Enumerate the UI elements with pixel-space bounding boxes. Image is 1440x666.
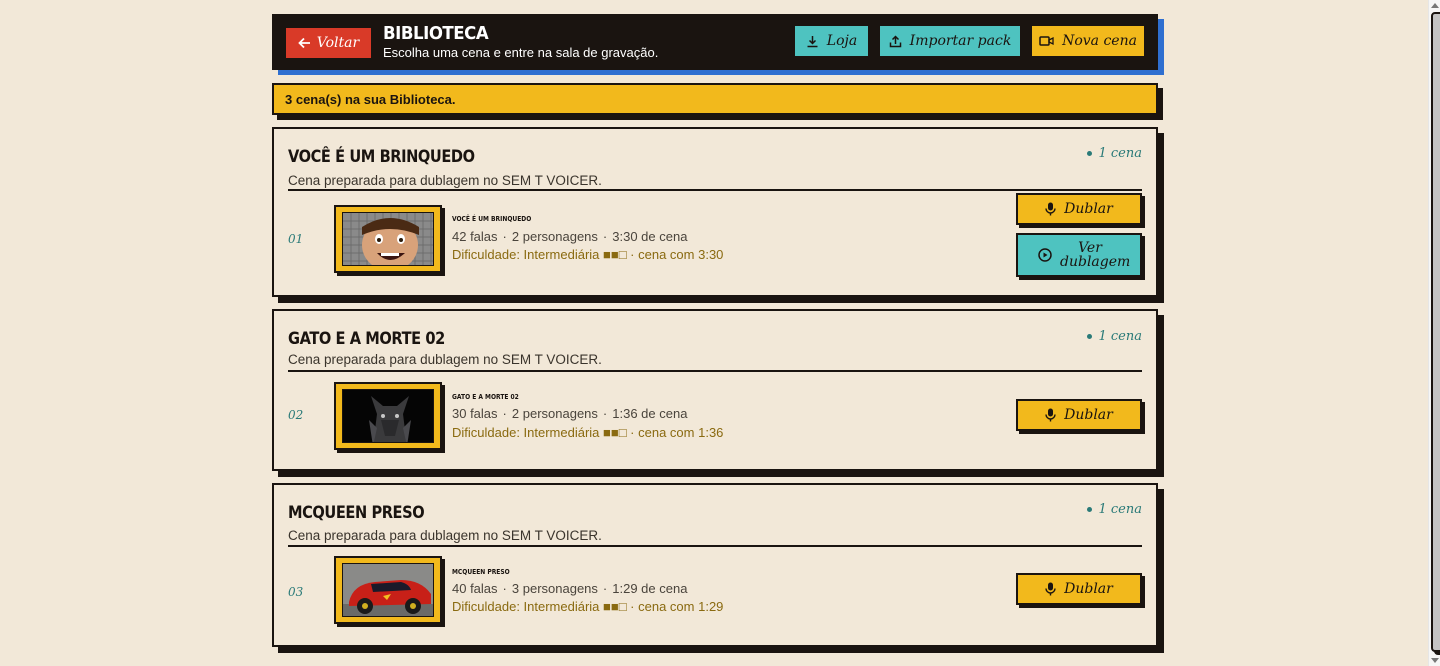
store-button-label: Loja <box>826 33 858 49</box>
scene-count: 1 cena <box>1087 329 1142 344</box>
download-icon <box>807 35 818 47</box>
watch-dub-button-label: Ver dublagem <box>1060 240 1131 270</box>
scene-count: 1 cena <box>1087 502 1142 517</box>
watch-dub-button[interactable]: Ver dublagem <box>1016 233 1142 277</box>
dub-button-label: Dublar <box>1064 201 1113 217</box>
scene-difficulty: Dificuldade: Intermediária ■■□ · cena co… <box>452 247 724 262</box>
page-subtitle: Escolha uma cena e entre na sala de grav… <box>383 45 659 60</box>
scene-difficulty: Dificuldade: Intermediária ■■□ · cena co… <box>452 425 724 440</box>
divider <box>288 189 1142 191</box>
scene-subtitle: Cena preparada para dublagem no SEM T VO… <box>288 352 602 367</box>
scene-lines: 30 falas <box>452 406 498 421</box>
library-header: Voltar BIBLIOTECA Escolha uma cena e ent… <box>272 14 1158 70</box>
scene-title: VOCÊ É UM BRINQUEDO <box>288 147 475 167</box>
play-circle-icon <box>1038 248 1052 262</box>
library-page: Voltar BIBLIOTECA Escolha uma cena e ent… <box>272 14 1158 647</box>
new-scene-button-label: Nova cena <box>1062 33 1137 49</box>
scene-count-label: 1 cena <box>1098 146 1142 161</box>
bullet-dot-icon <box>1087 334 1093 339</box>
page-scrollbar[interactable] <box>1428 0 1440 666</box>
scene-number: 03 <box>288 585 304 599</box>
scene-number: 01 <box>288 232 304 246</box>
import-pack-button-label: Importar pack <box>909 33 1012 49</box>
dub-button[interactable]: Dublar <box>1016 573 1142 605</box>
microphone-icon <box>1045 408 1056 422</box>
scene-mini-title: VOCÊ É UM BRINQUEDO <box>452 215 532 223</box>
dub-button-label: Dublar <box>1064 407 1113 423</box>
scene-number: 02 <box>288 408 304 422</box>
scene-thumbnail[interactable] <box>334 205 442 273</box>
scene-meta: 42 falas · 2 personagens · 3:30 de cena <box>452 229 688 244</box>
scene-mini-title: MCQUEEN PRESO <box>452 568 510 576</box>
scene-duration: 3:30 de cena <box>612 229 688 244</box>
toy-character-thumbnail-image <box>342 212 434 266</box>
scene-meta: 40 falas · 3 personagens · 1:29 de cena <box>452 581 688 596</box>
upload-icon <box>889 34 901 47</box>
scene-card: VOCÊ É UM BRINQUEDO 1 cena Cena preparad… <box>272 127 1158 297</box>
scene-characters: 2 personagens <box>511 229 598 244</box>
scene-count-label: 1 cena <box>1098 502 1142 517</box>
scene-card: GATO E A MORTE 02 1 cena Cena preparada … <box>272 309 1158 471</box>
arrow-left-icon <box>298 37 310 49</box>
scene-title: GATO E A MORTE 02 <box>288 329 445 349</box>
scene-count: 1 cena <box>1087 146 1142 161</box>
back-button-label: Voltar <box>316 35 360 51</box>
scene-duration: 1:36 de cena <box>612 406 688 421</box>
dub-button[interactable]: Dublar <box>1016 399 1142 431</box>
scene-card: MCQUEEN PRESO 1 cena Cena preparada para… <box>272 483 1158 647</box>
scrollbar-thumb[interactable] <box>1431 12 1440 652</box>
scene-thumbnail[interactable] <box>334 556 442 624</box>
scene-subtitle: Cena preparada para dublagem no SEM T VO… <box>288 173 602 188</box>
microphone-icon <box>1045 202 1056 216</box>
dub-button[interactable]: Dublar <box>1016 193 1142 225</box>
divider <box>288 545 1142 547</box>
page-title: BIBLIOTECA <box>383 23 489 44</box>
import-pack-button[interactable]: Importar pack <box>880 26 1020 56</box>
wolf-character-thumbnail-image <box>342 389 434 443</box>
scene-characters: 3 personagens <box>511 581 598 596</box>
store-button[interactable]: Loja <box>795 26 868 56</box>
bullet-dot-icon <box>1087 151 1093 156</box>
library-count-text: 3 cena(s) na sua Biblioteca. <box>285 91 456 107</box>
scene-mini-title: GATO E A MORTE 02 <box>452 393 519 401</box>
divider <box>288 370 1142 372</box>
scene-lines: 42 falas <box>452 229 498 244</box>
dub-button-label: Dublar <box>1064 581 1113 597</box>
video-camera-icon <box>1039 36 1054 46</box>
scene-characters: 2 personagens <box>511 406 598 421</box>
scroll-up-icon[interactable] <box>1431 3 1439 8</box>
scroll-down-icon[interactable] <box>1431 658 1439 663</box>
scene-count-label: 1 cena <box>1098 329 1142 344</box>
scene-lines: 40 falas <box>452 581 498 596</box>
bullet-dot-icon <box>1087 507 1093 512</box>
scene-difficulty: Dificuldade: Intermediária ■■□ · cena co… <box>452 599 724 614</box>
back-button[interactable]: Voltar <box>286 28 371 58</box>
new-scene-button[interactable]: Nova cena <box>1032 26 1144 56</box>
scene-duration: 1:29 de cena <box>612 581 688 596</box>
library-count-banner: 3 cena(s) na sua Biblioteca. <box>272 83 1158 115</box>
scene-thumbnail[interactable] <box>334 382 442 450</box>
scene-title: MCQUEEN PRESO <box>288 503 425 523</box>
scene-subtitle: Cena preparada para dublagem no SEM T VO… <box>288 528 602 543</box>
scene-meta: 30 falas · 2 personagens · 1:36 de cena <box>452 406 688 421</box>
microphone-icon <box>1045 582 1056 596</box>
race-car-thumbnail-image <box>342 563 434 617</box>
